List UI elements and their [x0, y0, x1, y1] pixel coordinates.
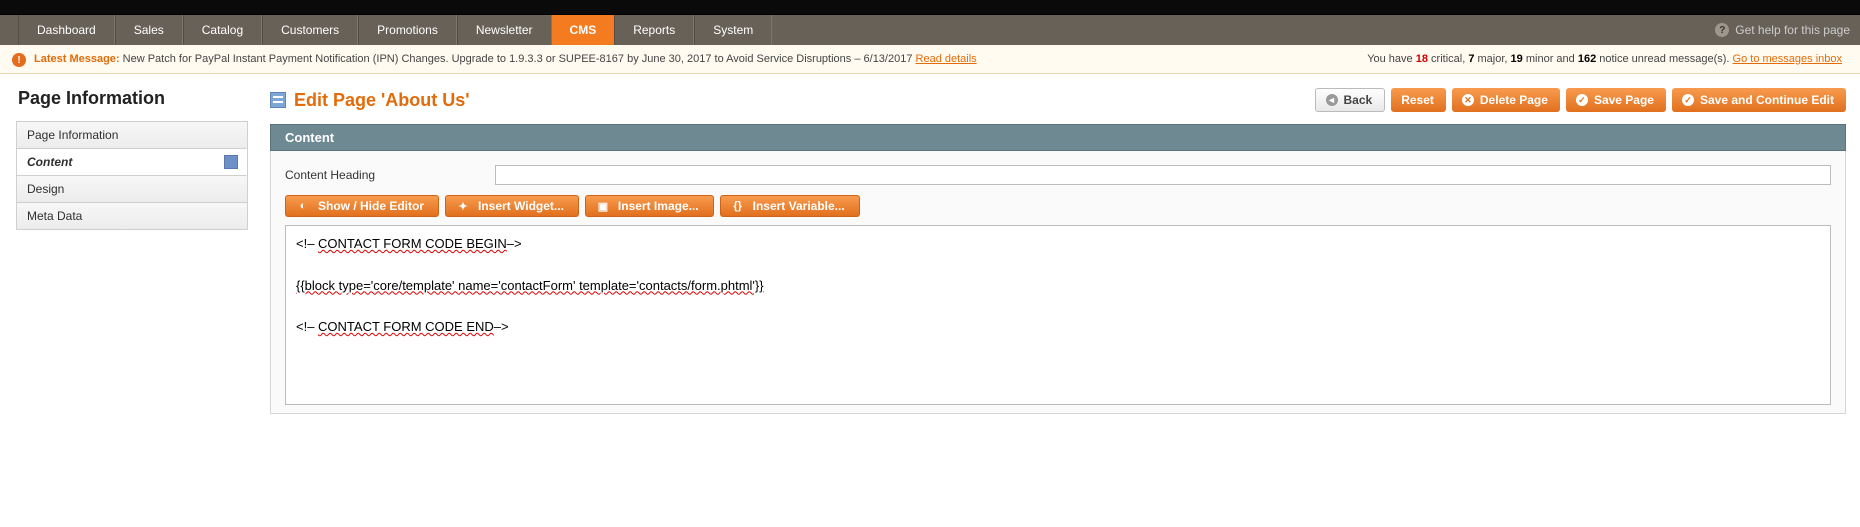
admin-topbar	[0, 0, 1860, 15]
help-link[interactable]: ? Get help for this page	[1715, 15, 1850, 45]
latest-message: Latest Message: New Patch for PayPal Ins…	[34, 53, 977, 65]
back-arrow-icon: ◄	[1326, 94, 1338, 106]
minor-count: 19	[1511, 53, 1523, 65]
help-icon: ?	[1715, 23, 1729, 37]
content-section-body: Content Heading ◐ Show / Hide Editor ✦ I…	[270, 151, 1846, 414]
page-title: Edit Page 'About Us'	[270, 90, 470, 111]
nav-item-reports[interactable]: Reports	[614, 15, 694, 45]
inbox-summary: You have 18 critical, 7 major, 19 minor …	[1367, 53, 1842, 65]
delete-icon: ✕	[1462, 94, 1474, 106]
widget-icon: ✦	[456, 199, 470, 213]
nav-item-cms[interactable]: CMS	[552, 15, 615, 45]
main-nav: DashboardSalesCatalogCustomersPromotions…	[0, 15, 1860, 45]
notice-count: 162	[1578, 53, 1596, 65]
check-icon: ✓	[1682, 94, 1694, 106]
toggle-editor-button[interactable]: ◐ Show / Hide Editor	[285, 195, 439, 217]
toggle-icon: ◐	[296, 199, 310, 213]
critical-count: 18	[1416, 53, 1428, 65]
help-label: Get help for this page	[1735, 23, 1850, 37]
sidebar: Page Information Page InformationContent…	[16, 88, 248, 229]
inbox-link[interactable]: Go to messages inbox	[1733, 53, 1842, 65]
sidebar-title: Page Information	[18, 88, 248, 109]
delete-page-button[interactable]: ✕ Delete Page	[1452, 88, 1560, 112]
action-buttons: ◄ Back Reset ✕ Delete Page ✓ Save Page ✓…	[1315, 88, 1846, 112]
nav-item-promotions[interactable]: Promotions	[358, 15, 457, 45]
insert-image-button[interactable]: ▣ Insert Image...	[585, 195, 714, 217]
main-area: Edit Page 'About Us' ◄ Back Reset ✕ Dele…	[270, 88, 1846, 414]
content-heading-label: Content Heading	[285, 168, 485, 182]
insert-variable-button[interactable]: {} Insert Variable...	[720, 195, 860, 217]
variable-icon: {}	[731, 199, 745, 213]
content-section-header: Content	[270, 124, 1846, 151]
editor-toolbar: ◐ Show / Hide Editor ✦ Insert Widget... …	[285, 195, 1831, 217]
nav-item-dashboard[interactable]: Dashboard	[18, 15, 115, 45]
nav-item-sales[interactable]: Sales	[115, 15, 183, 45]
nav-item-system[interactable]: System	[694, 15, 772, 45]
editor-line: <!– CONTACT FORM CODE BEGIN–>	[296, 234, 1820, 255]
back-button[interactable]: ◄ Back	[1315, 88, 1386, 112]
sidebar-tab-meta-data[interactable]: Meta Data	[16, 202, 247, 230]
editor-line: {{block type='core/template' name='conta…	[296, 276, 1820, 297]
sidebar-tab-page-information[interactable]: Page Information	[16, 121, 247, 149]
reset-button[interactable]: Reset	[1391, 88, 1446, 112]
content-editor[interactable]: <!– CONTACT FORM CODE BEGIN–> {{block ty…	[285, 225, 1831, 405]
warning-icon: !	[12, 53, 26, 67]
save-continue-button[interactable]: ✓ Save and Continue Edit	[1672, 88, 1846, 112]
insert-widget-button[interactable]: ✦ Insert Widget...	[445, 195, 579, 217]
nav-item-catalog[interactable]: Catalog	[183, 15, 262, 45]
read-details-link[interactable]: Read details	[916, 53, 977, 65]
sidebar-tab-content[interactable]: Content	[16, 148, 247, 176]
content-heading-input[interactable]	[495, 165, 1831, 185]
nav-item-newsletter[interactable]: Newsletter	[457, 15, 552, 45]
message-bar: ! Latest Message: New Patch for PayPal I…	[0, 45, 1860, 74]
nav-item-customers[interactable]: Customers	[262, 15, 358, 45]
sidebar-tab-design[interactable]: Design	[16, 175, 247, 203]
latest-message-label: Latest Message:	[34, 53, 120, 65]
latest-message-text: New Patch for PayPal Instant Payment Not…	[123, 53, 913, 65]
page-icon	[270, 92, 286, 108]
editor-line: <!– CONTACT FORM CODE END–>	[296, 317, 1820, 338]
sidebar-tabs: Page InformationContentDesignMeta Data	[16, 121, 248, 230]
check-icon: ✓	[1576, 94, 1588, 106]
image-icon: ▣	[596, 199, 610, 213]
save-page-button[interactable]: ✓ Save Page	[1566, 88, 1666, 112]
